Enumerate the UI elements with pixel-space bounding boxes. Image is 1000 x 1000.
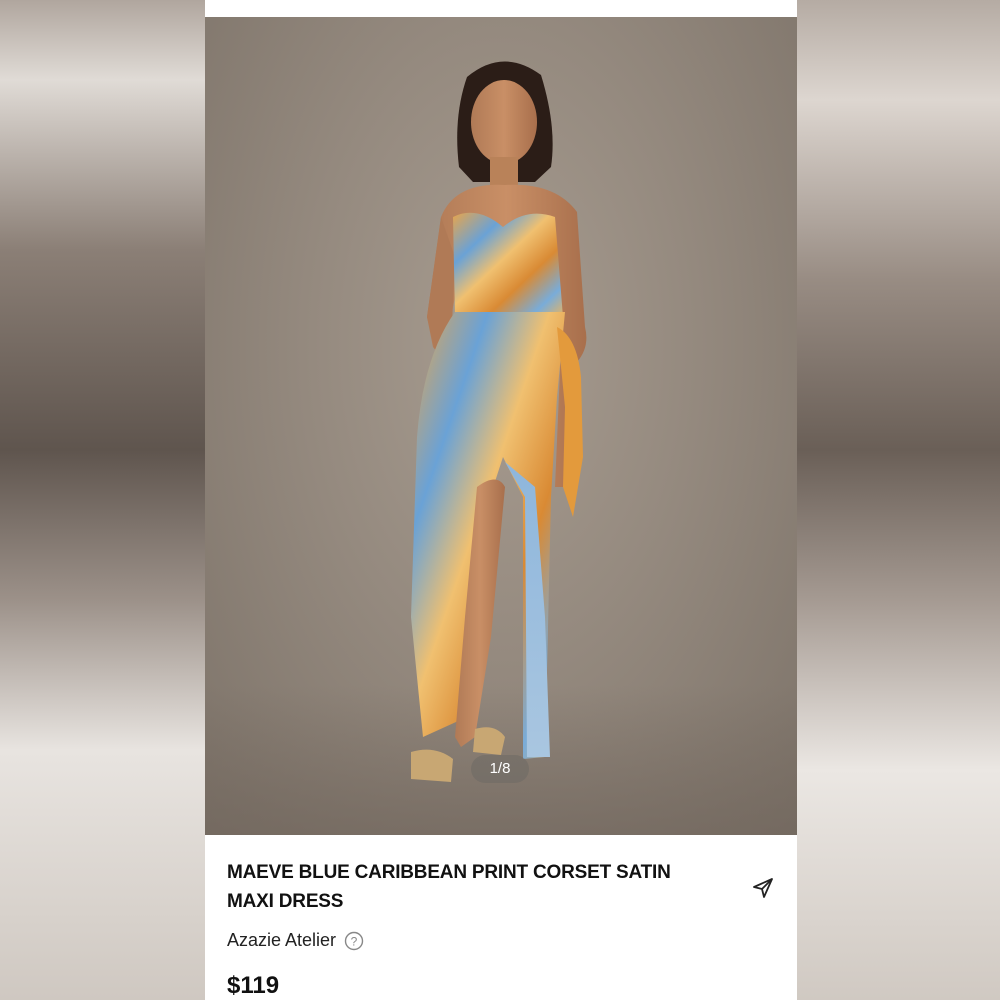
svg-text:?: ? bbox=[351, 934, 358, 948]
product-info: MAEVE BLUE CARIBBEAN PRINT CORSET SATIN … bbox=[227, 858, 757, 916]
background-blur-left bbox=[0, 0, 205, 1000]
question-circle-icon[interactable]: ? bbox=[344, 931, 364, 951]
model-illustration bbox=[411, 61, 587, 782]
brand-row: Azazie Atelier ? bbox=[227, 930, 364, 951]
background-blur-right bbox=[796, 0, 1000, 1000]
product-title: MAEVE BLUE CARIBBEAN PRINT CORSET SATIN … bbox=[227, 862, 671, 912]
product-price: $119 bbox=[227, 972, 280, 999]
gallery-page-indicator: 1/8 bbox=[471, 755, 529, 783]
brand-name[interactable]: Azazie Atelier bbox=[227, 930, 336, 951]
share-button[interactable] bbox=[751, 876, 775, 900]
share-send-icon bbox=[753, 878, 773, 898]
product-image[interactable]: 1/8 bbox=[205, 17, 797, 835]
product-card: 1/8 MAEVE BLUE CARIBBEAN PRINT CORSET SA… bbox=[205, 0, 797, 1000]
